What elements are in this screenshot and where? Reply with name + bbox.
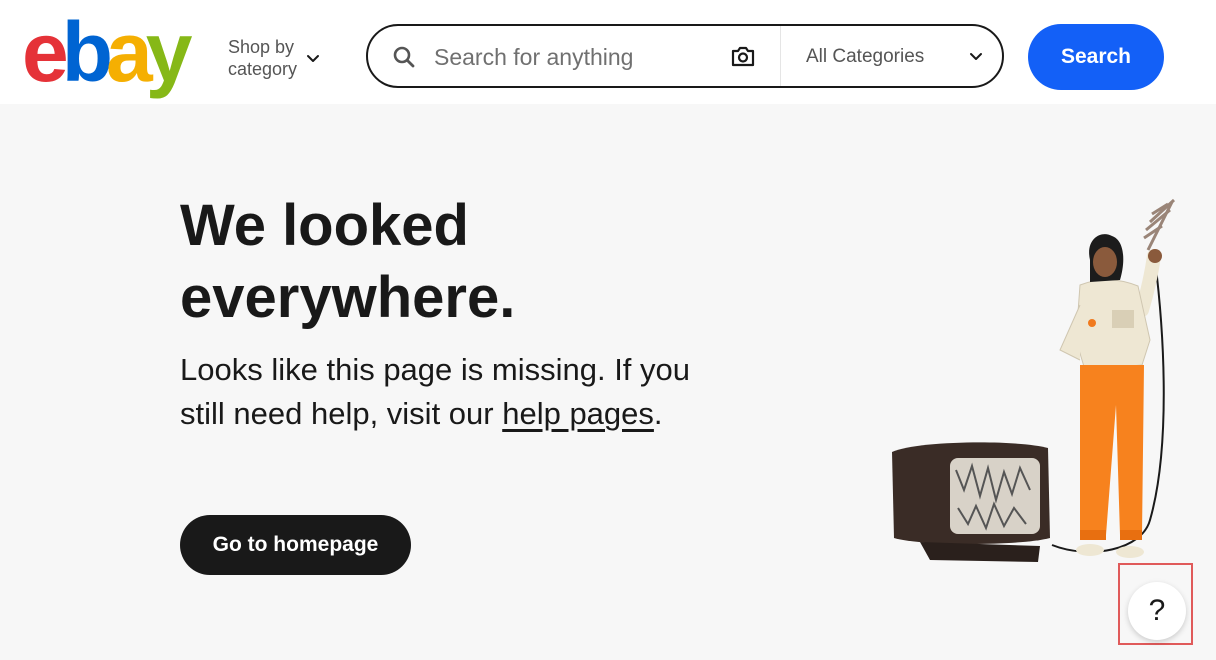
camera-icon[interactable] <box>730 44 756 68</box>
woman-with-antenna-and-tv-illustration <box>892 198 1176 562</box>
ebay-logo[interactable]: e b a y <box>22 5 193 99</box>
logo-letter-a: a <box>106 5 153 99</box>
chevron-down-icon[interactable] <box>968 48 984 64</box>
page-description: Looks like this page is missing. If you … <box>180 352 691 431</box>
search-divider <box>780 26 781 86</box>
category-select[interactable]: All Categories <box>806 46 924 68</box>
search-icon <box>393 46 415 68</box>
search-input[interactable] <box>432 38 726 76</box>
logo-letter-b: b <box>61 5 113 99</box>
go-to-homepage-button[interactable]: Go to homepage <box>180 515 411 575</box>
help-button[interactable]: ? <box>1128 582 1186 640</box>
page-title: We looked everywhere. <box>180 193 516 330</box>
search-button[interactable]: Search <box>1028 24 1164 90</box>
shop-by-category-button[interactable]: Shop by category <box>228 36 321 80</box>
logo-letter-e: e <box>22 5 69 99</box>
search-box: All Categories <box>366 24 1004 88</box>
chevron-down-icon <box>307 55 320 62</box>
site-header: e b a y Shop by category All Categories … <box>0 0 1216 104</box>
help-pages-link[interactable]: help pages <box>502 396 654 431</box>
logo-letter-y: y <box>145 5 193 99</box>
shop-by-category-label: Shop by category <box>228 37 298 79</box>
